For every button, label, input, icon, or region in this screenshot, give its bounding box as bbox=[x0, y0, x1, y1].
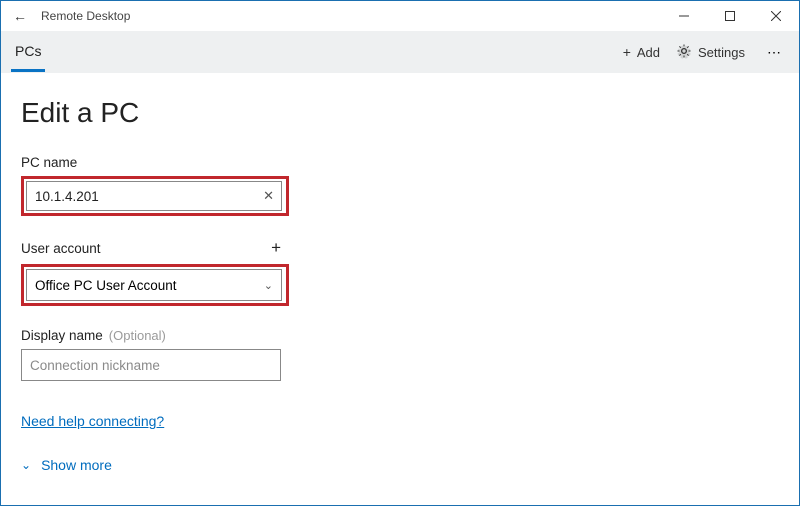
add-label: Add bbox=[637, 45, 660, 60]
display-name-input[interactable] bbox=[21, 349, 281, 381]
add-button[interactable]: + Add bbox=[623, 44, 660, 60]
content-area: Edit a PC PC name ✕ User account + Offic… bbox=[1, 73, 799, 497]
chevron-down-icon: ⌄ bbox=[264, 279, 273, 292]
back-icon[interactable]: ← bbox=[13, 8, 27, 24]
window-controls bbox=[661, 1, 799, 31]
app-title: Remote Desktop bbox=[41, 9, 130, 23]
minimize-button[interactable] bbox=[661, 1, 707, 31]
settings-button[interactable]: Settings bbox=[676, 43, 745, 62]
page-title: Edit a PC bbox=[21, 97, 779, 129]
display-name-label-row: Display name (Optional) bbox=[21, 328, 283, 343]
pc-name-input-wrap: ✕ bbox=[26, 181, 282, 211]
show-more-button[interactable]: ⌄ Show more bbox=[21, 457, 779, 473]
tab-pcs[interactable]: PCs bbox=[11, 33, 45, 72]
user-account-select[interactable]: Office PC User Account ⌄ bbox=[26, 269, 282, 301]
settings-label: Settings bbox=[698, 45, 745, 60]
titlebar-left: ← Remote Desktop bbox=[1, 8, 130, 24]
display-name-group: Display name (Optional) bbox=[21, 328, 779, 381]
gear-icon bbox=[676, 43, 692, 62]
show-more-label: Show more bbox=[41, 457, 112, 473]
user-account-group: User account + Office PC User Account ⌄ bbox=[21, 238, 779, 306]
display-name-optional: (Optional) bbox=[109, 328, 166, 343]
chevron-down-icon: ⌄ bbox=[21, 458, 31, 472]
maximize-button[interactable] bbox=[707, 1, 753, 31]
add-account-button[interactable]: + bbox=[269, 238, 283, 258]
clear-icon[interactable]: ✕ bbox=[263, 188, 274, 204]
help-link[interactable]: Need help connecting? bbox=[21, 413, 164, 429]
display-name-label: Display name bbox=[21, 328, 103, 343]
pc-name-input[interactable] bbox=[26, 181, 282, 211]
pc-name-label: PC name bbox=[21, 155, 283, 170]
titlebar: ← Remote Desktop bbox=[1, 1, 799, 31]
pc-name-group: PC name ✕ bbox=[21, 155, 779, 216]
command-bar-actions: + Add Settings ⋯ bbox=[623, 40, 789, 65]
command-bar: PCs + Add Settings ⋯ bbox=[1, 31, 799, 73]
user-account-label: User account bbox=[21, 241, 101, 256]
user-account-label-row: User account + bbox=[21, 238, 283, 258]
user-account-value: Office PC User Account bbox=[35, 278, 177, 293]
plus-icon: + bbox=[623, 44, 631, 60]
more-button[interactable]: ⋯ bbox=[761, 40, 789, 65]
pc-name-highlight: ✕ bbox=[21, 176, 289, 216]
close-button[interactable] bbox=[753, 1, 799, 31]
user-account-highlight: Office PC User Account ⌄ bbox=[21, 264, 289, 306]
